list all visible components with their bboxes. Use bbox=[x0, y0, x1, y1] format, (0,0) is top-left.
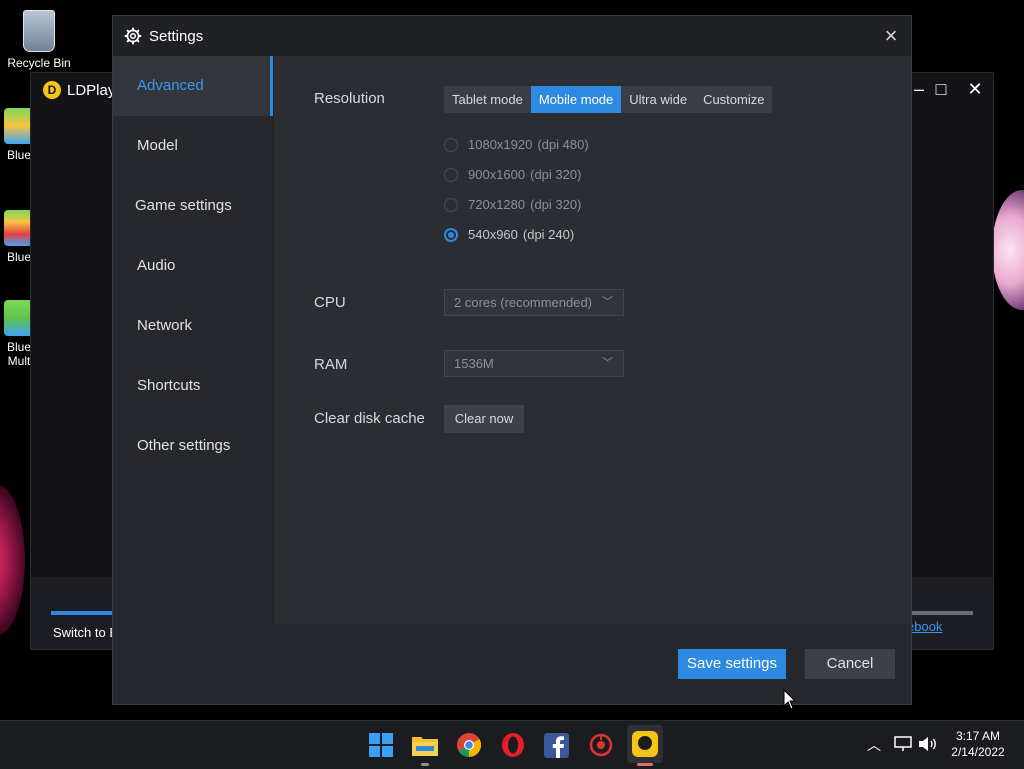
clear-now-button[interactable]: Clear now bbox=[444, 405, 524, 433]
ram-select-value: 1536M bbox=[454, 356, 494, 371]
chrome-icon[interactable] bbox=[457, 733, 481, 757]
cpu-select[interactable]: 2 cores (recommended) ﹀ bbox=[444, 289, 624, 316]
chevron-up-icon[interactable]: ︿ bbox=[867, 735, 881, 755]
clock-date: 2/14/2022 bbox=[951, 745, 1005, 759]
recycle-bin-icon bbox=[23, 10, 55, 52]
save-settings-button[interactable]: Save settings bbox=[678, 649, 786, 679]
recycle-bin-shortcut[interactable]: Recycle Bin bbox=[6, 10, 72, 70]
opera-icon[interactable] bbox=[500, 732, 526, 758]
resolution-dpi: (dpi 240) bbox=[522, 227, 575, 242]
network-icon[interactable] bbox=[894, 736, 912, 752]
close-icon[interactable]: × bbox=[879, 24, 903, 48]
tab-customize[interactable]: Customize bbox=[695, 86, 772, 113]
resolution-option-1080x1920[interactable]: 1080x1920 (dpi 480) bbox=[444, 137, 589, 152]
progress-bar-right bbox=[911, 611, 973, 615]
facebook-icon[interactable] bbox=[544, 733, 569, 758]
facebook-link[interactable]: ebook bbox=[907, 619, 942, 634]
radio-button[interactable] bbox=[444, 167, 458, 182]
recycle-bin-label: Recycle Bin bbox=[7, 56, 71, 70]
windows-start-icon[interactable] bbox=[369, 733, 393, 757]
wallpaper-accent-left bbox=[0, 485, 25, 635]
chevron-down-icon: ﹀ bbox=[602, 357, 613, 369]
sidebar-item-shortcuts[interactable]: Shortcuts bbox=[113, 356, 273, 416]
ldplayer-logo-icon: D bbox=[43, 81, 61, 99]
settings-sidebar: Advanced Model Game settings Audio Netwo… bbox=[113, 56, 274, 624]
chevron-down-icon: ﹀ bbox=[602, 296, 613, 308]
resolution-option-720x1280[interactable]: 720x1280 (dpi 320) bbox=[444, 197, 581, 212]
radio-button[interactable] bbox=[444, 137, 458, 152]
resolution-dpi: (dpi 480) bbox=[537, 137, 589, 152]
cancel-button[interactable]: Cancel bbox=[805, 649, 895, 679]
resolution-size: 900x1600 bbox=[468, 167, 526, 182]
taskbar-active-indicator bbox=[637, 763, 653, 766]
maximize-icon[interactable]: □ bbox=[929, 79, 953, 100]
radio-button-checked[interactable] bbox=[444, 227, 458, 242]
sidebar-item-network[interactable]: Network bbox=[113, 296, 273, 356]
ram-label: RAM bbox=[314, 356, 348, 373]
tab-mobile-mode[interactable]: Mobile mode bbox=[530, 86, 622, 113]
system-clock[interactable]: 3:17 AM 2/14/2022 bbox=[948, 728, 1008, 760]
cpu-select-value: 2 cores (recommended) bbox=[454, 295, 592, 310]
sidebar-item-game-settings[interactable]: Game settings bbox=[113, 176, 273, 236]
resolution-option-540x960[interactable]: 540x960 (dpi 240) bbox=[444, 227, 574, 242]
clear-disk-cache-label: Clear disk cache bbox=[314, 410, 425, 427]
mouse-cursor-icon bbox=[783, 689, 797, 710]
taskbar: ︿ 3:17 AM 2/14/2022 bbox=[0, 720, 1024, 769]
switch-engine-link[interactable]: Switch to E bbox=[53, 625, 118, 640]
tab-ultra-wide[interactable]: Ultra wide bbox=[621, 86, 695, 113]
wallpaper-accent-right bbox=[992, 190, 1024, 310]
ldplayer-title: LDPlay bbox=[67, 81, 116, 99]
resolution-size: 1080x1920 bbox=[468, 137, 533, 152]
sidebar-item-model[interactable]: Model bbox=[113, 116, 273, 176]
radio-button[interactable] bbox=[444, 197, 458, 212]
ldplayer-taskbar-button[interactable] bbox=[627, 725, 663, 763]
ldplayer-taskbar-icon bbox=[632, 731, 658, 757]
sidebar-item-advanced[interactable]: Advanced bbox=[113, 56, 273, 116]
sidebar-item-other-settings[interactable]: Other settings bbox=[113, 416, 273, 476]
ldplayer-icon-center bbox=[638, 736, 652, 750]
taskbar-indicator bbox=[421, 763, 429, 766]
sidebar-item-audio[interactable]: Audio bbox=[113, 236, 273, 296]
settings-header: Settings × bbox=[113, 16, 911, 56]
resolution-label: Resolution bbox=[314, 90, 385, 107]
cpu-label: CPU bbox=[314, 294, 346, 311]
settings-content: Resolution Tablet mode Mobile mode Ultra… bbox=[274, 56, 911, 624]
clock-time: 3:17 AM bbox=[955, 729, 1001, 743]
settings-title: Settings bbox=[149, 28, 204, 45]
ldplayer-titlebar: D LDPlay bbox=[43, 81, 115, 99]
progress-bar-left bbox=[51, 611, 113, 615]
volume-icon[interactable] bbox=[918, 736, 938, 752]
resolution-option-900x1600[interactable]: 900x1600 (dpi 320) bbox=[444, 167, 581, 182]
resolution-dpi: (dpi 320) bbox=[530, 197, 582, 212]
game-booster-icon[interactable] bbox=[589, 733, 613, 757]
resolution-size: 720x1280 bbox=[468, 197, 526, 212]
resolution-size: 540x960 bbox=[468, 227, 518, 242]
ram-select[interactable]: 1536M ﹀ bbox=[444, 350, 624, 377]
ldplayer-close-icon[interactable]: ✕ bbox=[963, 79, 987, 100]
resolution-mode-selector: Tablet mode Mobile mode Ultra wide Custo… bbox=[444, 86, 773, 113]
resolution-dpi: (dpi 320) bbox=[530, 167, 582, 182]
gear-icon bbox=[124, 27, 142, 45]
settings-dialog: Settings × Advanced Model Game settings … bbox=[113, 16, 911, 704]
tab-tablet-mode[interactable]: Tablet mode bbox=[444, 86, 531, 113]
file-explorer-icon[interactable] bbox=[412, 734, 438, 756]
